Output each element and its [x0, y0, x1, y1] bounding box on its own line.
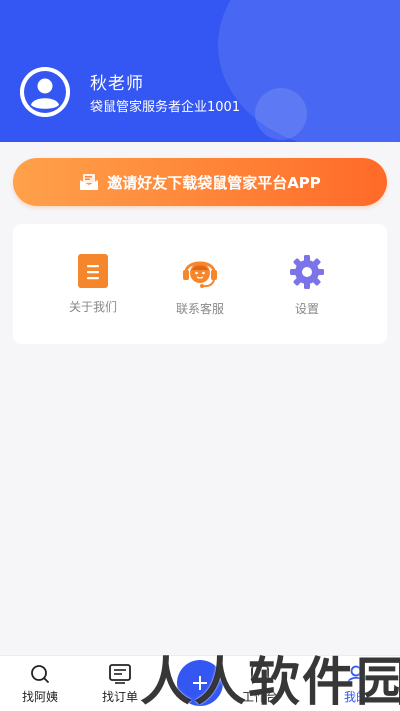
profile-icon [347, 665, 365, 684]
user-avatar-icon [20, 67, 70, 117]
tab-label: 找阿姨 [21, 690, 58, 704]
publish-icon [193, 676, 207, 690]
search-icon [31, 665, 49, 683]
menu-item-settings[interactable]: 设置 [262, 254, 352, 317]
invite-label: 邀请好友下载袋鼠管家平台APP [107, 173, 321, 192]
order-list-icon [109, 664, 131, 684]
publish-button[interactable] [177, 660, 223, 706]
envelope-icon [80, 174, 99, 190]
tab-workbench[interactable]: 工作台 [230, 664, 290, 705]
menu-card: 关于我们 联系客服 设置 [13, 224, 387, 344]
tab-find-aunt[interactable]: 找阿姨 [10, 664, 70, 705]
tab-label: 工作台 [241, 690, 278, 704]
avatar[interactable] [20, 67, 70, 117]
user-company: 袋鼠管家服务者企业1001 [90, 100, 241, 115]
menu-item-about-us[interactable]: 关于我们 [48, 254, 138, 315]
tab-find-order[interactable]: 找订单 [90, 664, 150, 705]
menu-item-label: 关于我们 [68, 300, 117, 314]
menu-item-customer-service[interactable]: 联系客服 [155, 254, 245, 317]
decorative-bubble-small [255, 88, 307, 140]
menu-item-label: 联系客服 [175, 302, 224, 316]
gear-icon [290, 255, 324, 289]
tab-label: 我的 [343, 690, 368, 704]
decorative-bubble [218, 0, 400, 142]
menu-item-label: 设置 [294, 302, 319, 316]
invite-friends-button[interactable]: 邀请好友下载袋鼠管家平台APP [13, 158, 387, 206]
document-icon [78, 254, 108, 288]
workbench-icon [251, 665, 269, 683]
user-name: 秋老师 [90, 74, 144, 94]
customer-service-icon [183, 261, 217, 288]
tab-label: 找订单 [101, 690, 138, 704]
tab-mine[interactable]: 我的 [326, 664, 386, 705]
